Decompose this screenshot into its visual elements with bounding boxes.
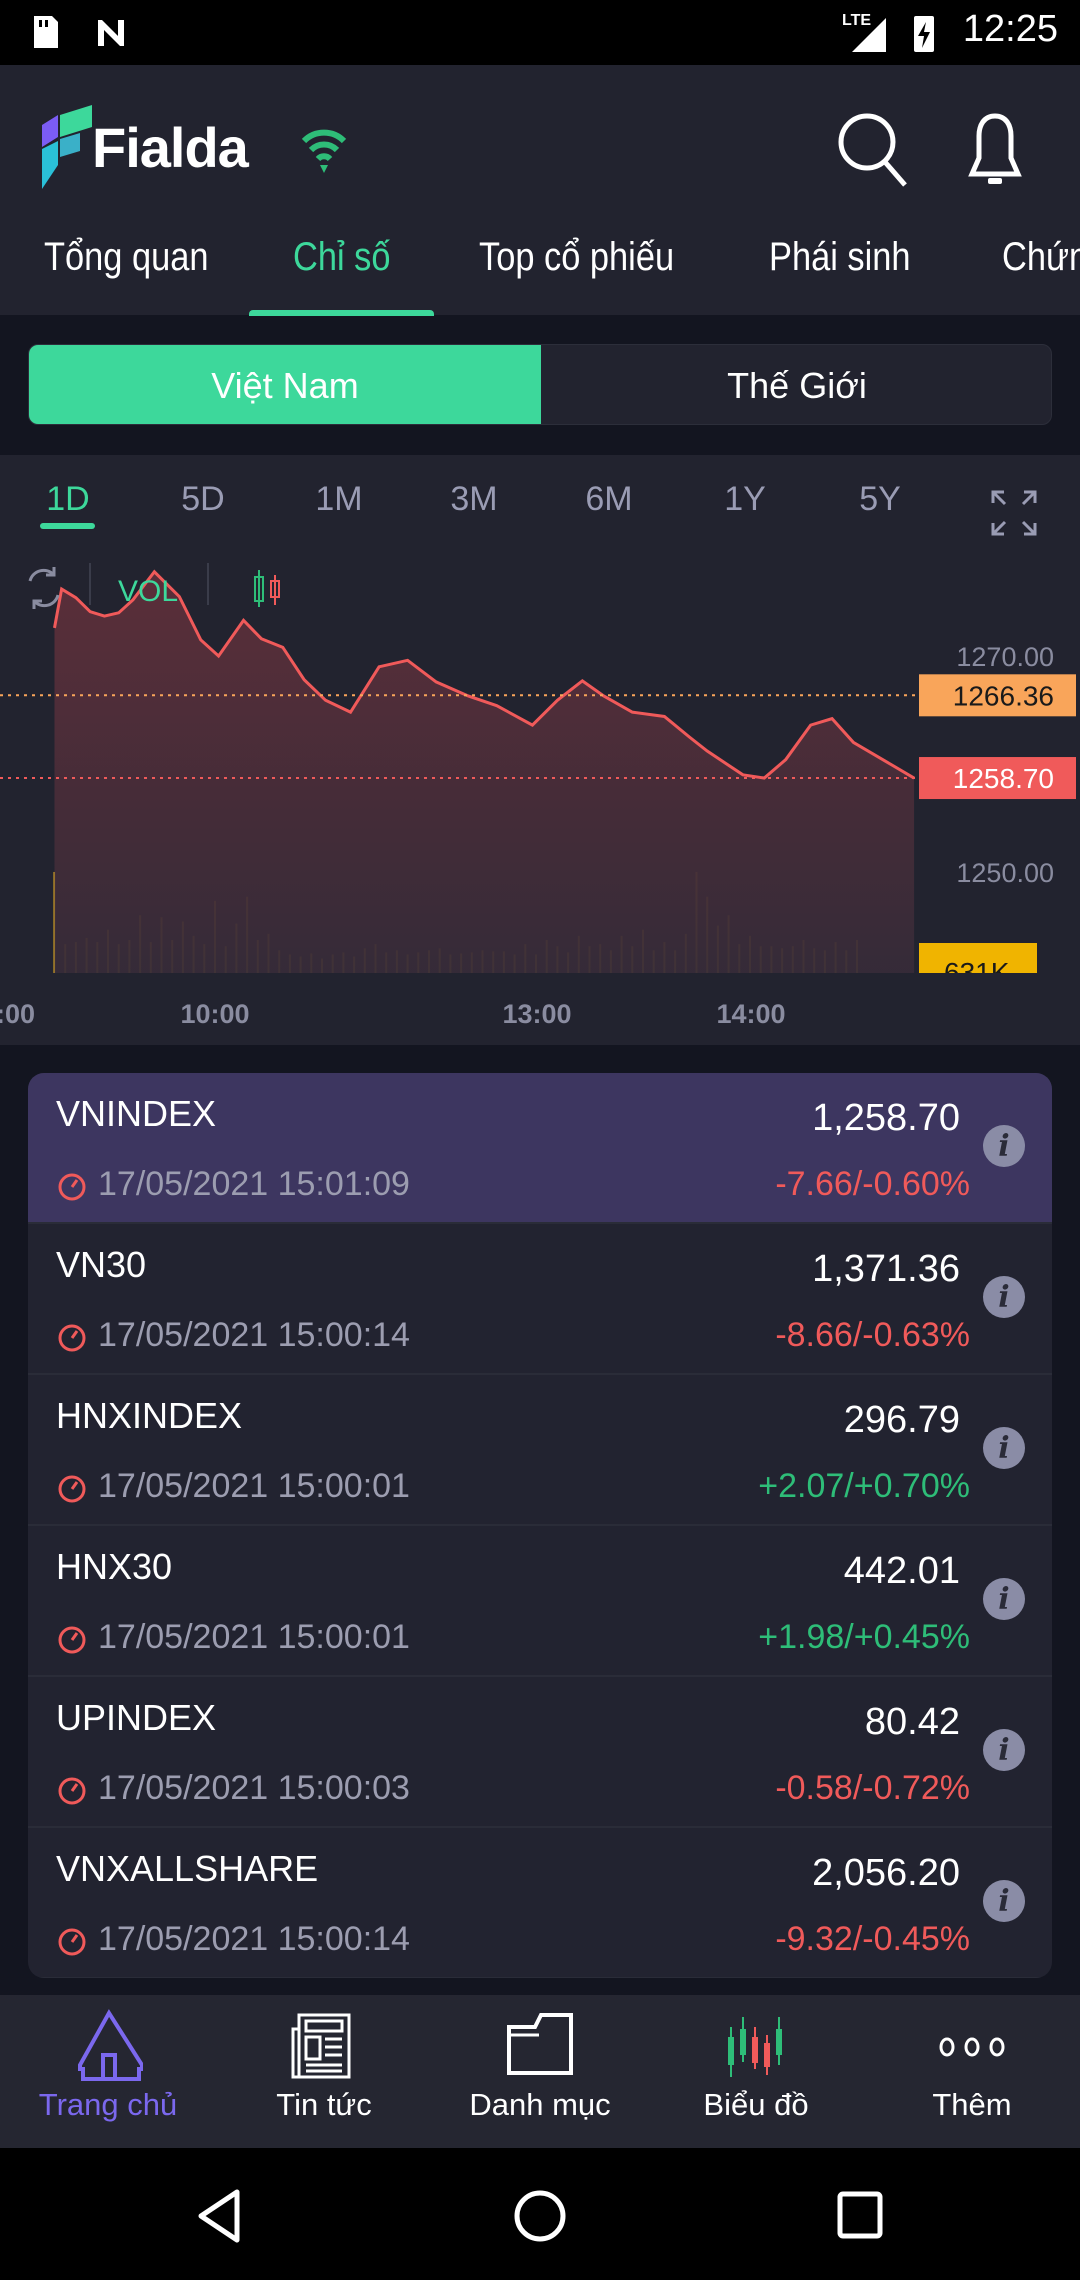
index-value: 1,371.36 xyxy=(812,1248,960,1290)
index-change: -0.58/-0.72% xyxy=(775,1769,970,1807)
index-list: VNINDEX 1,258.70 17/05/2021 15:01:09 -7.… xyxy=(28,1073,1052,1978)
index-row[interactable]: HNXINDEX 296.79 17/05/2021 15:00:01 +2.0… xyxy=(28,1375,1052,1526)
clock: 12:25 xyxy=(962,8,1058,50)
region-option-world[interactable]: Thế Giới xyxy=(541,345,1051,424)
y-tick-1270: 1270.00 xyxy=(956,642,1054,672)
region-option-vietnam[interactable]: Việt Nam xyxy=(29,345,541,424)
recents-icon[interactable] xyxy=(836,2190,886,2242)
vol-toggle[interactable]: VOL xyxy=(118,575,178,608)
index-name: VNINDEX xyxy=(56,1093,217,1134)
index-change: -9.32/-0.45% xyxy=(775,1920,970,1958)
status-bar: LTE 12:25 xyxy=(0,0,1080,65)
index-change: +1.98/+0.45% xyxy=(758,1618,970,1656)
refresh-icon[interactable] xyxy=(28,567,60,609)
index-value: 442.01 xyxy=(843,1550,960,1592)
fialda-logo-icon xyxy=(42,105,92,189)
clock-icon xyxy=(58,1928,86,1956)
nav-portfolio[interactable]: Danh mục xyxy=(432,1995,648,2148)
x-tick-13: 13:00 xyxy=(502,999,571,1029)
index-name: HNXINDEX xyxy=(56,1395,243,1436)
nav-chart[interactable]: Biểu đồ xyxy=(648,1995,864,2148)
price-area-fill xyxy=(54,571,915,973)
index-change: +2.07/+0.70% xyxy=(758,1467,970,1505)
status-notification-icons xyxy=(34,16,124,48)
active-tab-indicator xyxy=(249,310,434,316)
folder-icon xyxy=(507,2013,573,2075)
index-timestamp: 17/05/2021 15:00:01 xyxy=(98,1618,410,1656)
index-row[interactable]: VNINDEX 1,258.70 17/05/2021 15:01:09 -7.… xyxy=(28,1073,1052,1224)
tab-chi-so[interactable]: Chỉ số xyxy=(293,235,391,280)
index-timestamp: 17/05/2021 15:00:14 xyxy=(98,1316,410,1354)
index-change: -7.66/-0.60% xyxy=(775,1165,970,1203)
nav-label: Biểu đồ xyxy=(703,2087,809,2122)
index-change: -8.66/-0.63% xyxy=(775,1316,970,1354)
nav-home[interactable]: Trang chủ xyxy=(0,1995,216,2148)
signal-battery-icons xyxy=(852,16,934,52)
nav-label: Thêm xyxy=(932,2087,1012,2122)
index-row[interactable]: HNX30 442.01 17/05/2021 15:00:01 +1.98/+… xyxy=(28,1526,1052,1677)
index-timestamp: 17/05/2021 15:00:14 xyxy=(98,1920,410,1958)
more-icon xyxy=(939,2037,1005,2057)
home-button-icon[interactable] xyxy=(512,2188,568,2244)
index-name: UPINDEX xyxy=(56,1697,217,1738)
index-row[interactable]: VN30 1,371.36 17/05/2021 15:00:14 -8.66/… xyxy=(28,1224,1052,1375)
brand-name: Fialda xyxy=(92,116,249,179)
info-icon[interactable]: i xyxy=(983,1578,1025,1620)
index-name: HNX30 xyxy=(56,1546,173,1587)
info-icon[interactable]: i xyxy=(983,1427,1025,1469)
candlestick-chart-icon xyxy=(728,2017,782,2077)
candlestick-icon[interactable] xyxy=(254,570,280,607)
tab-chung[interactable]: Chứn xyxy=(1002,235,1080,280)
nav-label: Tin tức xyxy=(276,2087,372,2122)
reference-price-label: 1266.36 xyxy=(953,680,1054,711)
info-icon[interactable]: i xyxy=(983,1729,1025,1771)
search-icon[interactable] xyxy=(835,110,915,190)
index-value: 296.79 xyxy=(843,1399,960,1441)
nav-news[interactable]: Tin tức xyxy=(216,1995,432,2148)
clock-icon xyxy=(58,1173,86,1201)
x-tick-10: 10:00 xyxy=(180,999,249,1029)
region-toggle: Việt Nam Thế Giới xyxy=(28,344,1052,425)
clock-icon xyxy=(58,1475,86,1503)
info-icon[interactable]: i xyxy=(983,1276,1025,1318)
nav-label: Trang chủ xyxy=(38,2087,178,2122)
tab-top-co-phieu[interactable]: Top cổ phiếu xyxy=(479,235,674,280)
index-value: 2,056.20 xyxy=(812,1852,960,1894)
index-timestamp: 17/05/2021 15:00:01 xyxy=(98,1467,410,1505)
last-price-label: 1258.70 xyxy=(953,763,1054,794)
app-header: Fialda Tổng quan Chỉ số Top cổ phiếu Phá… xyxy=(0,65,1080,316)
info-icon[interactable]: i xyxy=(983,1880,1025,1922)
back-icon[interactable] xyxy=(195,2188,245,2244)
chart-panel: 1D 5D 1M 3M 6M 1Y 5Y 1266.36 1258.70 631… xyxy=(0,455,1080,1045)
tab-phai-sinh[interactable]: Phái sinh xyxy=(769,235,911,280)
bell-icon[interactable] xyxy=(960,110,1030,190)
index-chart[interactable]: 1266.36 1258.70 631K 1270.00 1250.00 :00… xyxy=(0,455,1080,1045)
clock-icon xyxy=(58,1626,86,1654)
tab-tong-quan[interactable]: Tổng quan xyxy=(44,235,209,280)
index-value: 1,258.70 xyxy=(812,1097,960,1139)
nav-more[interactable]: Thêm xyxy=(864,1995,1080,2148)
info-icon[interactable]: i xyxy=(983,1125,1025,1167)
system-nav-bar xyxy=(0,2148,1080,2280)
index-timestamp: 17/05/2021 15:01:09 xyxy=(98,1165,410,1203)
y-tick-1250: 1250.00 xyxy=(956,858,1054,888)
index-row[interactable]: VNXALLSHARE 2,056.20 17/05/2021 15:00:14… xyxy=(28,1828,1052,1978)
bottom-nav: Trang chủ Tin tức Danh mục Biểu đồ Thêm xyxy=(0,1995,1080,2148)
index-timestamp: 17/05/2021 15:00:03 xyxy=(98,1769,410,1807)
clock-icon xyxy=(58,1324,86,1352)
index-row[interactable]: UPINDEX 80.42 17/05/2021 15:00:03 -0.58/… xyxy=(28,1677,1052,1828)
index-name: VNXALLSHARE xyxy=(56,1848,319,1889)
index-name: VN30 xyxy=(56,1244,147,1285)
x-tick-14: 14:00 xyxy=(716,999,785,1029)
index-value: 80.42 xyxy=(864,1701,960,1743)
x-tick-9: :00 xyxy=(0,999,35,1029)
home-icon xyxy=(78,2009,143,2081)
nav-label: Danh mục xyxy=(469,2087,611,2122)
wifi-icon xyxy=(301,129,347,173)
clock-icon xyxy=(58,1777,86,1805)
newspaper-icon xyxy=(291,2013,351,2079)
